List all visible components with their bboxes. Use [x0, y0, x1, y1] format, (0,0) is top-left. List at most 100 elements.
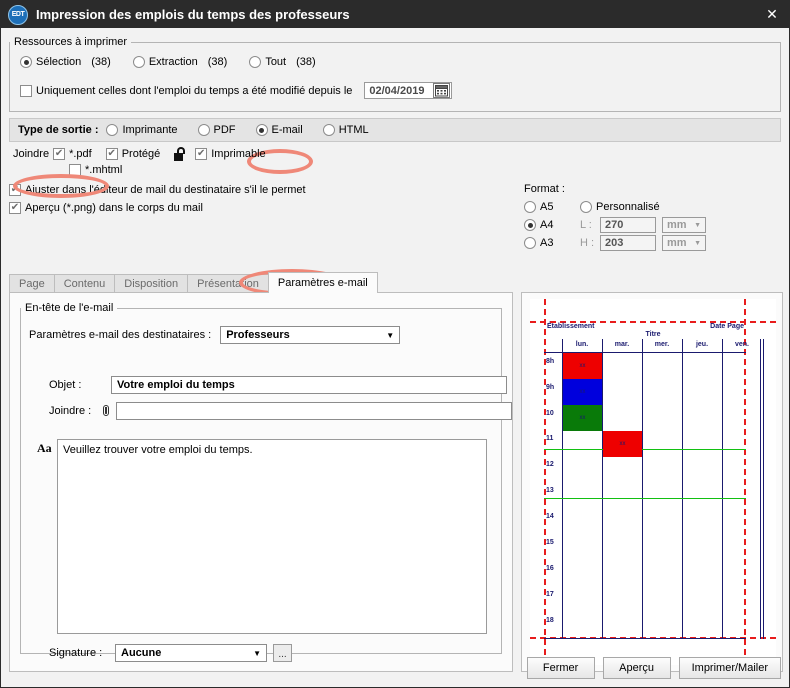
checkbox-imprimable[interactable]	[195, 148, 208, 160]
objet-input[interactable]: Votre emploi du temps	[111, 376, 507, 394]
format-row-a3: A3 H : 203 mm ▼	[524, 234, 706, 252]
mhtml-row: *.mhtml	[69, 162, 310, 178]
recipients-select[interactable]: Professeurs ▼	[220, 326, 401, 344]
radio-a4-label: A4	[540, 219, 554, 231]
unlocked-padlock-icon[interactable]	[174, 147, 187, 161]
tab-parametres-email[interactable]: Paramètres e-mail	[267, 272, 378, 293]
height-input[interactable]: 203	[600, 235, 656, 251]
resources-group: Ressources à imprimer Sélection (38) Ext…	[9, 36, 781, 112]
attachment-row: Joindre *.pdf Protégé Imprimable	[9, 146, 310, 162]
signature-browse-button[interactable]: ...	[273, 644, 292, 662]
output-type-label: Type de sortie :	[18, 124, 99, 136]
tab-presentation[interactable]: Présentation	[187, 274, 269, 293]
recipients-label: Paramètres e-mail des destinataires :	[29, 329, 212, 341]
radio-extraction[interactable]	[132, 56, 145, 68]
height-label: H :	[580, 237, 595, 249]
preview-page: Établissement Titre Date Page lun. mar. …	[530, 299, 776, 665]
email-header-group: En-tête de l'e-mail Paramètres e-mail de…	[20, 302, 512, 662]
hour-label-7: 15	[546, 539, 554, 546]
radio-email-label: E-mail	[271, 124, 303, 136]
close-icon[interactable]: ✕	[755, 1, 789, 28]
radio-a3-label: A3	[540, 237, 554, 249]
radio-personnalise[interactable]	[580, 201, 592, 213]
course-block-0: xx	[563, 353, 602, 379]
hour-label-1: 9h	[546, 384, 555, 391]
chevron-down-icon: ▼	[253, 648, 261, 658]
checkbox-pdf[interactable]	[53, 148, 66, 160]
width-label: L :	[580, 219, 592, 231]
window-title: Impression des emplois du temps des prof…	[36, 7, 350, 22]
chevron-down-icon: ▼	[694, 221, 701, 229]
output-option-email[interactable]: E-mail	[255, 124, 307, 136]
apercu-row: Aperçu (*.png) dans le corps du mail	[9, 199, 310, 216]
modified-since-checkbox[interactable]	[20, 84, 32, 97]
radio-a3[interactable]	[524, 237, 536, 249]
radio-selection[interactable]	[20, 56, 32, 68]
modified-since-date-field[interactable]: 02/04/2019	[364, 82, 453, 99]
hour-label-0: 8h	[546, 358, 555, 365]
modified-since-label: Uniquement celles dont l'emploi du temps…	[36, 84, 353, 97]
joindre-file-row: Joindre :	[49, 402, 512, 420]
width-unit-value: mm	[667, 219, 687, 231]
signature-select[interactable]: Aucune ▼	[115, 644, 267, 662]
radio-email[interactable]	[255, 124, 268, 136]
course-block-3: xx	[603, 431, 642, 457]
calendar-icon[interactable]	[433, 83, 451, 98]
joindre-file-input[interactable]	[116, 402, 512, 420]
checkbox-ajuster[interactable]	[9, 183, 21, 196]
radio-pdf[interactable]	[197, 124, 210, 136]
checkbox-protege[interactable]	[105, 148, 118, 160]
radio-a5[interactable]	[524, 201, 536, 213]
email-header-legend: En-tête de l'e-mail	[25, 302, 114, 314]
dialog-body: Ressources à imprimer Sélection (38) Ext…	[1, 28, 789, 687]
signature-value: Aucune	[121, 647, 162, 659]
radio-html[interactable]	[322, 124, 335, 136]
format-a5-option[interactable]: A5	[524, 201, 580, 213]
imprimer-mailer-button[interactable]: Imprimer/Mailer	[678, 657, 781, 679]
tab-contenu[interactable]: Contenu	[53, 274, 116, 293]
edt-logo-icon: EDT	[8, 4, 28, 25]
checkbox-mhtml-label: *.mhtml	[85, 164, 123, 176]
tab-disposition[interactable]: Disposition	[114, 274, 189, 293]
height-unit-select[interactable]: mm ▼	[662, 235, 706, 251]
format-title: Format :	[524, 183, 565, 195]
apercu-button[interactable]: Aperçu	[602, 657, 671, 679]
width-unit-select[interactable]: mm ▼	[662, 217, 706, 233]
format-a3-option[interactable]: A3	[524, 237, 580, 249]
chevron-down-icon: ▼	[694, 239, 701, 247]
radio-tout[interactable]	[249, 56, 262, 68]
tab-bar: Page Contenu Disposition Présentation Pa…	[9, 272, 378, 293]
output-option-pdf[interactable]: PDF	[197, 124, 240, 136]
format-a4-option[interactable]: A4	[524, 219, 580, 231]
output-option-imprimante[interactable]: Imprimante	[106, 124, 181, 136]
radio-pdf-label: PDF	[213, 124, 236, 136]
recipients-row: Paramètres e-mail des destinataires : Pr…	[29, 326, 401, 344]
message-body-textarea[interactable]: Veuillez trouver votre emploi du temps.	[57, 439, 487, 634]
width-input[interactable]: 270	[600, 217, 656, 233]
course-block-1: xx	[563, 379, 602, 405]
hour-label-3: 11	[546, 435, 554, 442]
checkbox-imprimable-label: Imprimable	[211, 148, 266, 160]
hour-label-2: 10	[546, 410, 554, 417]
radio-a4[interactable]	[524, 219, 536, 231]
paperclip-icon[interactable]	[102, 404, 111, 418]
preview-pane[interactable]: Établissement Titre Date Page lun. mar. …	[521, 292, 783, 672]
radio-personnalise-label: Personnalisé	[596, 201, 660, 213]
font-format-button[interactable]: Aa	[37, 441, 52, 456]
selection-count: (38)	[91, 56, 111, 68]
timetable-grid: lun. mar. mer. jeu. ven. 8h 9h 10 11 12 …	[544, 339, 764, 639]
signature-row: Signature : Aucune ▼ ...	[49, 644, 292, 662]
modified-since-row: Uniquement celles dont l'emploi du temps…	[20, 82, 453, 99]
day-label-ven: ven.	[734, 341, 749, 348]
checkbox-pdf-label: *.pdf	[69, 148, 92, 160]
radio-imprimante[interactable]	[106, 124, 119, 136]
hour-label-6: 14	[546, 513, 554, 520]
output-option-html[interactable]: HTML	[322, 124, 373, 136]
print-timetables-dialog: EDT Impression des emplois du temps des …	[0, 0, 790, 688]
tab-page[interactable]: Page	[9, 274, 55, 293]
checkbox-apercu[interactable]	[9, 201, 21, 214]
radio-extraction-label: Extraction	[148, 56, 198, 68]
fermer-button[interactable]: Fermer	[526, 657, 595, 679]
checkbox-mhtml[interactable]	[69, 164, 81, 176]
radio-tout-label: Tout	[265, 56, 287, 68]
